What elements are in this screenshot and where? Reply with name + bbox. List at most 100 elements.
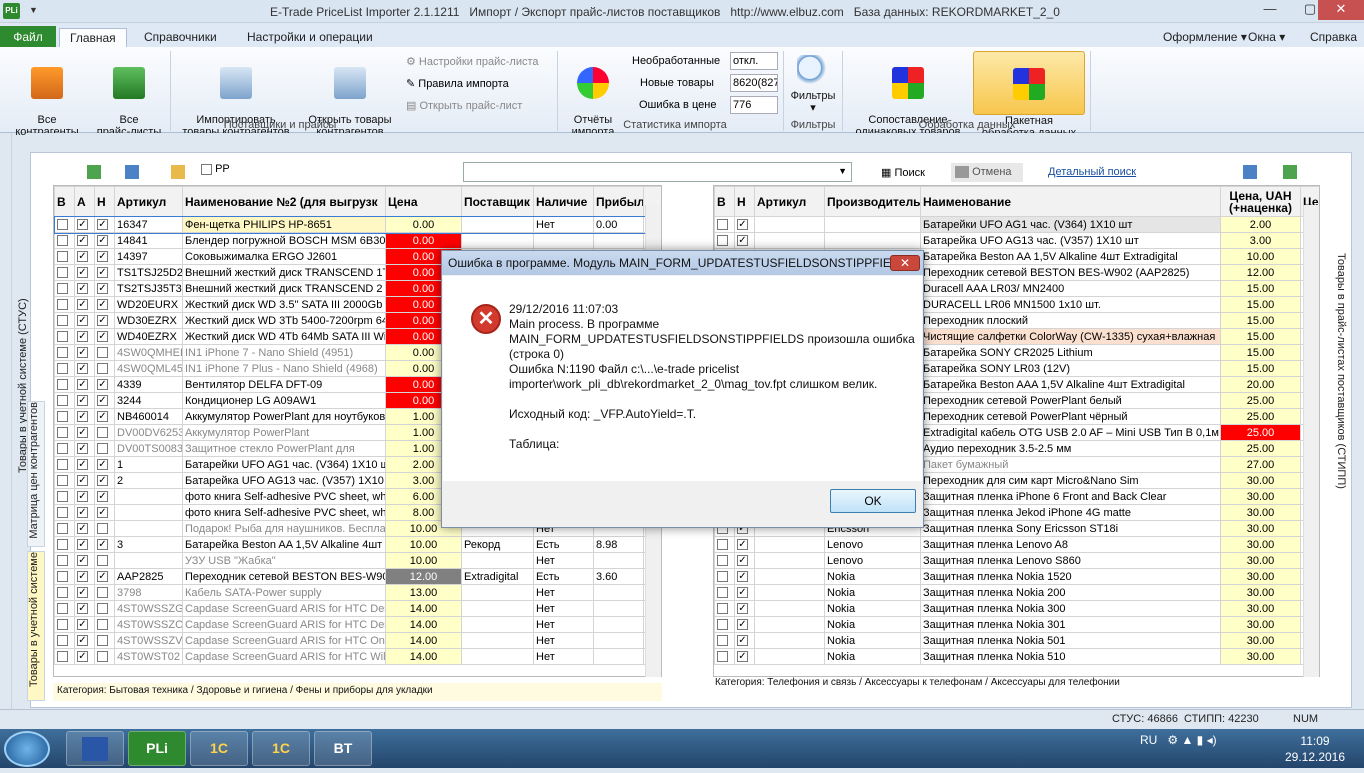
- taskbar-save-app[interactable]: [66, 731, 124, 766]
- table-row[interactable]: ✓ ✓ 14841 Блендер погружной BOSCH MSM 6B300…: [54, 232, 661, 249]
- row-checkbox-v[interactable]: [57, 347, 68, 359]
- table-row[interactable]: ✓LenovoЗащитная пленка Lenovo S86030.007…: [714, 552, 1319, 569]
- row-checkbox-n[interactable]: ✓: [97, 411, 108, 423]
- row-checkbox-n[interactable]: [97, 635, 108, 647]
- taskbar-1c-app-2[interactable]: 1С: [252, 731, 310, 766]
- search-button[interactable]: ▦ Поиск: [881, 166, 925, 179]
- row-checkbox-n[interactable]: ✓: [97, 267, 108, 279]
- row-checkbox-a[interactable]: ✓: [77, 507, 88, 519]
- right-header-col[interactable]: Наименование: [920, 186, 1221, 217]
- table-row[interactable]: ✓ 3798 Кабель SATA-Power supply 13.00 Нет: [54, 584, 661, 601]
- menu-windows[interactable]: Окна ▾: [1238, 28, 1295, 48]
- row-checkbox-a[interactable]: ✓: [77, 347, 88, 359]
- pp-checkbox-box[interactable]: [201, 163, 212, 175]
- row-checkbox-n[interactable]: ✓: [97, 507, 108, 519]
- row-checkbox-n[interactable]: [97, 555, 108, 567]
- table-row[interactable]: ✓ УЗУ USB "Жабка" 10.00 Нет: [54, 552, 661, 569]
- row-checkbox-v[interactable]: [717, 539, 728, 551]
- language-indicator[interactable]: RU: [1140, 733, 1157, 747]
- row-checkbox-a[interactable]: ✓: [77, 363, 88, 375]
- row-checkbox-n[interactable]: ✓: [97, 315, 108, 327]
- row-checkbox-v[interactable]: [57, 331, 68, 343]
- search-combo[interactable]: ▼: [463, 162, 852, 182]
- row-checkbox-v[interactable]: [57, 603, 68, 615]
- menu-help[interactable]: Справка ▾: [1300, 28, 1364, 62]
- row-checkbox-a[interactable]: ✓: [77, 635, 88, 647]
- row-checkbox-v[interactable]: [57, 651, 68, 663]
- left-header-col[interactable]: Наименование №2 (для выгрузк: [182, 186, 386, 217]
- clock[interactable]: 11:09 29.12.2016: [1280, 733, 1350, 765]
- row-checkbox-n[interactable]: ✓: [97, 491, 108, 503]
- quick-access-dropdown-icon[interactable]: ▼: [29, 5, 38, 15]
- table-row[interactable]: ✓ Батарейки UFO AG1 час. (V364) 1X10 шт 2.…: [714, 216, 1319, 233]
- row-checkbox-v[interactable]: [57, 555, 68, 567]
- dialog-close-button[interactable]: ✕: [890, 255, 920, 271]
- row-checkbox-v[interactable]: [717, 571, 728, 583]
- row-checkbox-v[interactable]: [717, 587, 728, 599]
- export-icon[interactable]: [87, 165, 101, 179]
- advanced-search-link[interactable]: Детальный поиск: [1048, 166, 1136, 178]
- row-checkbox-n[interactable]: ✓: [97, 379, 108, 391]
- row-checkbox-v[interactable]: [57, 283, 68, 295]
- sync-right-icon[interactable]: [1243, 165, 1257, 179]
- row-checkbox-n[interactable]: [97, 363, 108, 375]
- row-checkbox-a[interactable]: ✓: [77, 251, 88, 263]
- row-checkbox-v[interactable]: [57, 379, 68, 391]
- tab-stipp[interactable]: Товары в прайс-листах поставщиков (СТИПП…: [1335, 253, 1347, 573]
- row-checkbox-v[interactable]: [57, 363, 68, 375]
- tab-main[interactable]: Главная: [59, 28, 127, 49]
- right-header-col[interactable]: Н: [734, 186, 755, 217]
- folder-icon[interactable]: [171, 165, 185, 179]
- left-header-col[interactable]: Артикул: [114, 186, 183, 217]
- left-header-col[interactable]: Прибыль: [593, 186, 644, 217]
- pp-checkbox[interactable]: PP: [201, 163, 230, 175]
- table-row[interactable]: ✓ 4ST0WST02 Capdase ScreenGuard ARIS for H…: [54, 648, 661, 665]
- all-pricelists-button[interactable]: Все прайс-листы: [88, 55, 170, 138]
- row-checkbox-a[interactable]: ✓: [77, 523, 88, 535]
- table-row[interactable]: ✓NokiaЗащитная пленка Nokia 20030.007.6: [714, 584, 1319, 601]
- row-checkbox-a[interactable]: ✓: [77, 411, 88, 423]
- row-checkbox-a[interactable]: ✓: [77, 475, 88, 487]
- tray-icons[interactable]: ⚙ ▲ ▮ ◂): [1167, 733, 1216, 747]
- row-checkbox-a[interactable]: ✓: [77, 395, 88, 407]
- ok-button[interactable]: OK: [830, 489, 916, 513]
- row-checkbox-n[interactable]: ✓: [97, 235, 108, 247]
- row-checkbox-a[interactable]: ✓: [77, 315, 88, 327]
- unprocessed-value[interactable]: откл.: [730, 52, 778, 70]
- close-window-button[interactable]: ✕: [1318, 0, 1364, 20]
- row-checkbox-v[interactable]: [57, 571, 68, 583]
- table-row[interactable]: ✓ Батарейка UFO AG13 час. (V357) 1X10 шт 3…: [714, 232, 1319, 249]
- row-checkbox-n[interactable]: [97, 347, 108, 359]
- app-icon[interactable]: PLi: [3, 3, 20, 19]
- row-checkbox-n[interactable]: [97, 427, 108, 439]
- left-header-col[interactable]: В: [54, 186, 75, 217]
- row-checkbox-n[interactable]: ✓: [737, 603, 748, 615]
- row-checkbox-n[interactable]: [97, 619, 108, 631]
- row-checkbox-a[interactable]: ✓: [77, 571, 88, 583]
- left-header-col[interactable]: Поставщик: [461, 186, 534, 217]
- row-checkbox-v[interactable]: [717, 651, 728, 663]
- row-checkbox-n[interactable]: ✓: [97, 251, 108, 263]
- left-header-col[interactable]: А: [74, 186, 95, 217]
- export-right-icon[interactable]: [1283, 165, 1297, 179]
- row-checkbox-v[interactable]: [57, 299, 68, 311]
- row-checkbox-a[interactable]: ✓: [77, 267, 88, 279]
- row-checkbox-v[interactable]: [717, 555, 728, 567]
- row-checkbox-v[interactable]: [57, 523, 68, 535]
- row-checkbox-n[interactable]: ✓: [97, 283, 108, 295]
- row-checkbox-v[interactable]: [57, 491, 68, 503]
- row-checkbox-v[interactable]: [57, 459, 68, 471]
- row-checkbox-v[interactable]: [57, 219, 68, 231]
- row-checkbox-v[interactable]: [717, 619, 728, 631]
- row-checkbox-n[interactable]: ✓: [97, 459, 108, 471]
- chevron-down-icon[interactable]: ▼: [838, 166, 847, 176]
- row-checkbox-n[interactable]: ✓: [737, 571, 748, 583]
- row-checkbox-a[interactable]: ✓: [77, 539, 88, 551]
- row-checkbox-v[interactable]: [717, 235, 728, 247]
- all-contractors-button[interactable]: Все контрагенты: [6, 55, 88, 138]
- row-checkbox-n[interactable]: ✓: [737, 235, 748, 247]
- tab-file[interactable]: Файл: [0, 26, 56, 48]
- row-checkbox-n[interactable]: ✓: [737, 555, 748, 567]
- table-row[interactable]: ✓NokiaЗащитная пленка Nokia 51030.007.6: [714, 648, 1319, 665]
- row-checkbox-n[interactable]: [97, 603, 108, 615]
